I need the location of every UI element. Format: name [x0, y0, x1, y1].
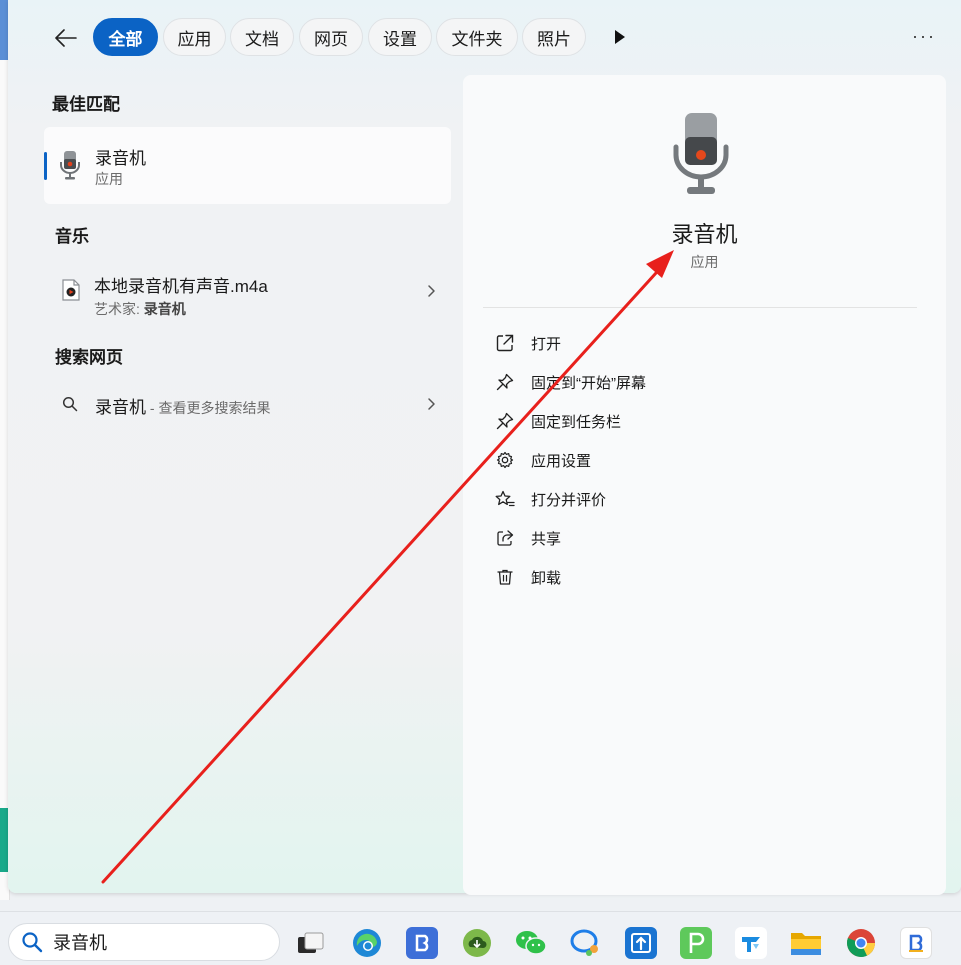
artist-name: 录音机 — [143, 301, 186, 317]
action-share[interactable]: 共享 — [493, 523, 793, 553]
selection-indicator — [44, 152, 47, 180]
search-icon — [22, 932, 43, 953]
action-pin-taskbar[interactable]: 固定到任务栏 — [493, 406, 793, 436]
wechat-icon[interactable] — [515, 927, 547, 959]
open-external-icon — [493, 331, 517, 355]
section-best-match: 最佳匹配 — [52, 95, 120, 114]
best-match-item[interactable]: 录音机 应用 — [44, 127, 451, 204]
tab-documents[interactable]: 文档 — [230, 18, 294, 56]
section-music: 音乐 — [55, 227, 89, 246]
app-blue-arrow-icon[interactable] — [735, 927, 767, 959]
tab-web[interactable]: 网页 — [299, 18, 363, 56]
action-label: 打开 — [531, 335, 562, 353]
task-view-icon[interactable] — [295, 927, 327, 959]
taskbar-search-text: 录音机 — [53, 933, 107, 953]
action-rate-review[interactable]: 打分并评价 — [493, 484, 793, 514]
tab-settings[interactable]: 设置 — [368, 18, 432, 56]
pin-icon — [493, 409, 517, 433]
tab-apps[interactable]: 应用 — [163, 18, 226, 56]
tab-photos[interactable]: 照片 — [522, 18, 586, 56]
app-upload-icon[interactable] — [625, 927, 657, 959]
chevron-right-icon — [428, 285, 435, 297]
chevron-right-icon — [428, 398, 435, 410]
search-panel: 全部 应用 文档 网页 设置 文件夹 照片 ··· 最佳匹配 录音机 应用 音乐 — [8, 0, 961, 895]
app-blue-b-icon[interactable] — [406, 927, 438, 959]
taskbar-search-box[interactable]: 录音机 — [8, 923, 280, 961]
chrome-browser-icon[interactable] — [845, 927, 877, 959]
web-search-hint: - 查看更多搜索结果 — [146, 400, 271, 416]
action-open[interactable]: 打开 — [493, 328, 793, 358]
tab-folders[interactable]: 文件夹 — [436, 18, 518, 56]
tab-all[interactable]: 全部 — [93, 18, 158, 56]
chat-bubble-icon[interactable] — [570, 927, 602, 959]
trash-icon — [493, 565, 517, 589]
action-label: 固定到任务栏 — [531, 413, 622, 431]
play-icon[interactable] — [612, 28, 628, 46]
best-match-title: 录音机 — [95, 149, 146, 168]
arrow-left-icon — [55, 29, 77, 47]
detail-app-name: 录音机 — [671, 222, 738, 247]
app-green-p-icon[interactable] — [680, 927, 712, 959]
audio-file-icon — [62, 279, 80, 301]
artist-label: 艺术家: — [94, 301, 144, 317]
action-label: 打分并评价 — [531, 491, 607, 509]
edge-browser-icon[interactable] — [351, 927, 383, 959]
detail-app-type: 应用 — [690, 254, 719, 270]
voice-recorder-icon — [673, 113, 729, 194]
music-result-item[interactable]: 本地录音机有声音.m4a 艺术家: 录音机 — [44, 258, 451, 324]
divider — [483, 307, 917, 308]
action-app-settings[interactable]: 应用设置 — [493, 445, 793, 475]
action-pin-start[interactable]: 固定到“开始”屏幕 — [493, 367, 793, 397]
taskbar: 录音机 — [0, 911, 961, 965]
action-label: 固定到“开始”屏幕 — [531, 374, 646, 392]
action-label: 应用设置 — [531, 452, 592, 470]
star-icon — [493, 487, 517, 511]
music-result-title: 本地录音机有声音.m4a — [94, 277, 268, 296]
search-icon — [62, 396, 78, 412]
pin-icon — [493, 370, 517, 394]
file-explorer-icon[interactable] — [790, 927, 822, 959]
section-web-search: 搜索网页 — [55, 348, 123, 367]
web-search-text: 录音机 - 查看更多搜索结果 — [95, 393, 270, 418]
action-uninstall[interactable]: 卸载 — [493, 562, 793, 592]
gear-icon — [493, 448, 517, 472]
best-match-subtitle: 应用 — [95, 171, 123, 187]
music-result-artist: 艺术家: 录音机 — [94, 299, 186, 319]
action-label: 卸载 — [531, 569, 562, 587]
filter-bar: 全部 应用 文档 网页 设置 文件夹 照片 ··· — [8, 16, 961, 60]
web-search-query: 录音机 — [95, 398, 146, 417]
voice-recorder-icon — [60, 151, 80, 180]
more-options-button[interactable]: ··· — [912, 26, 936, 46]
back-button[interactable] — [50, 22, 82, 54]
app-b-white-icon[interactable] — [900, 927, 932, 959]
app-green-cloud-icon[interactable] — [461, 927, 493, 959]
detail-pane: 录音机 应用 打开 固定到“开始”屏幕 固定到任务栏 应用设置 打分并评价 共享 — [463, 75, 946, 895]
web-search-item[interactable]: 录音机 - 查看更多搜索结果 — [44, 380, 451, 428]
share-icon — [493, 526, 517, 550]
action-label: 共享 — [531, 530, 562, 548]
